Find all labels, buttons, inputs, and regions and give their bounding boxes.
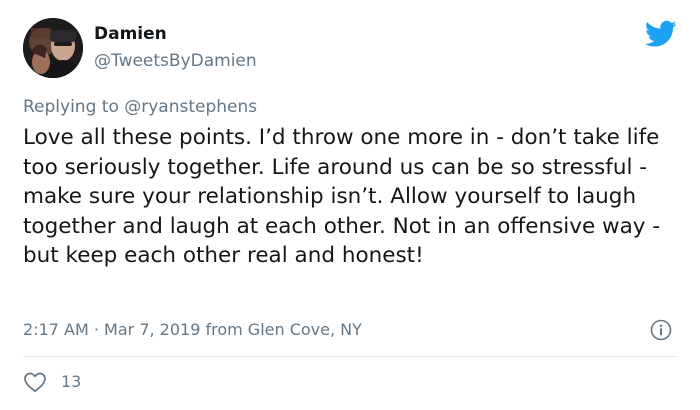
- author-name[interactable]: Damien: [94, 23, 167, 45]
- twitter-bird-icon[interactable]: [645, 20, 677, 48]
- divider: [23, 356, 677, 357]
- tweet-time[interactable]: 2:17 AM: [23, 320, 89, 339]
- reply-mention-link[interactable]: @ryanstephens: [124, 97, 257, 117]
- tweet-meta: 2:17 AM · Mar 7, 2019 from Glen Cove, NY: [23, 318, 362, 342]
- heart-icon[interactable]: [23, 371, 47, 393]
- avatar-photo: [23, 18, 83, 78]
- avatar[interactable]: [23, 18, 83, 78]
- info-icon[interactable]: [650, 319, 672, 341]
- like-button[interactable]: 13: [23, 370, 81, 394]
- author-handle[interactable]: @TweetsByDamien: [94, 50, 257, 72]
- reply-context: Replying to @ryanstephens: [23, 95, 257, 119]
- reply-prefix: Replying to: [23, 97, 119, 117]
- tweet-location[interactable]: from Glen Cove, NY: [205, 320, 361, 339]
- meta-separator: ·: [93, 320, 99, 339]
- tweet-date[interactable]: Mar 7, 2019: [104, 320, 200, 339]
- like-count: 13: [61, 372, 82, 391]
- tweet-card: Damien @TweetsByDamien Replying to @ryan…: [0, 0, 700, 410]
- tweet-text: Love all these points. I’d throw one mor…: [23, 125, 661, 268]
